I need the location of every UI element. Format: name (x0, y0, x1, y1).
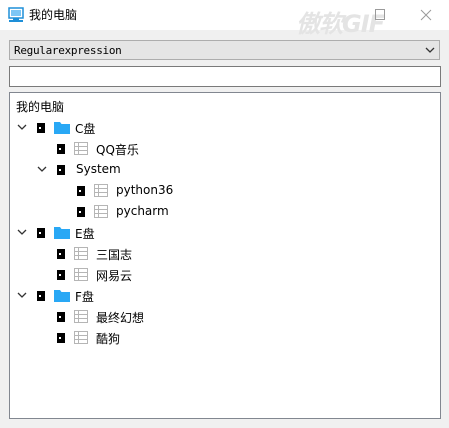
computer-icon (8, 7, 24, 22)
lock-icon (57, 333, 65, 343)
combo-value: Regularexpression (14, 44, 122, 57)
tree-node-label: System (76, 162, 121, 176)
tree-view[interactable]: 我的电脑 C盘 QQ音乐 System python36 pycharm E盘 (9, 92, 441, 419)
tree-node-label: E盘 (75, 227, 95, 241)
folder-icon (54, 122, 70, 134)
lock-icon (57, 144, 65, 154)
close-button[interactable] (403, 0, 449, 30)
lock-icon (57, 270, 65, 280)
lock-icon (57, 249, 65, 259)
tree-node-f-drive[interactable]: F盘 (10, 286, 430, 306)
tree-node-label: python36 (116, 183, 174, 197)
tree-node-label: QQ音乐 (96, 143, 139, 157)
chevron-down-icon[interactable] (17, 292, 27, 299)
tree-node-e-drive[interactable]: E盘 (10, 223, 430, 243)
filter-input[interactable] (9, 66, 441, 87)
tree-node-system[interactable]: System (10, 160, 430, 180)
tree-node-pycharm[interactable]: pycharm (10, 202, 430, 222)
close-icon (420, 9, 432, 21)
tree-node-label: 三国志 (96, 248, 133, 262)
file-table-icon (74, 331, 88, 344)
tree-node-label: C盘 (75, 122, 96, 136)
chevron-down-icon[interactable] (37, 166, 47, 173)
lock-icon (37, 291, 45, 301)
tree-node-label: 网易云 (96, 269, 133, 283)
lock-icon (77, 186, 85, 196)
tree-node-python36[interactable]: python36 (10, 181, 430, 201)
title-bar[interactable]: 我的电脑 傲软GIF (0, 0, 449, 38)
tree-node-final-fantasy[interactable]: 最终幻想 (10, 307, 430, 327)
chevron-down-icon[interactable] (17, 229, 27, 236)
window-title: 我的电脑 (29, 8, 78, 22)
lock-icon (77, 207, 85, 217)
tree-node-label: F盘 (75, 290, 94, 304)
file-table-icon (74, 247, 88, 260)
file-table-icon (94, 184, 108, 197)
folder-icon (54, 227, 70, 239)
tree-node-sanguozhi[interactable]: 三国志 (10, 244, 430, 264)
tree-node-netease[interactable]: 网易云 (10, 265, 430, 285)
tree-node-label: pycharm (116, 204, 169, 218)
lock-icon (37, 228, 45, 238)
tree-node-kugou[interactable]: 酷狗 (10, 328, 430, 348)
tree-node-label: 最终幻想 (96, 311, 145, 325)
file-table-icon (94, 205, 108, 218)
lock-icon (57, 165, 65, 175)
file-table-icon (74, 268, 88, 281)
minimize-icon (375, 9, 385, 20)
tree-node-c-drive[interactable]: C盘 (10, 118, 430, 138)
regex-mode-combobox[interactable]: Regularexpression (9, 40, 440, 60)
folder-icon (54, 290, 70, 302)
chevron-down-icon (425, 47, 435, 53)
chevron-down-icon[interactable] (17, 124, 27, 131)
tree-node-label: 酷狗 (96, 332, 121, 346)
lock-icon (37, 123, 45, 133)
tree-header: 我的电脑 (16, 100, 65, 114)
lock-icon (57, 312, 65, 322)
minimize-button[interactable] (357, 0, 403, 30)
file-table-icon (74, 142, 88, 155)
tree-node-qqmusic[interactable]: QQ音乐 (10, 139, 430, 159)
file-table-icon (74, 310, 88, 323)
